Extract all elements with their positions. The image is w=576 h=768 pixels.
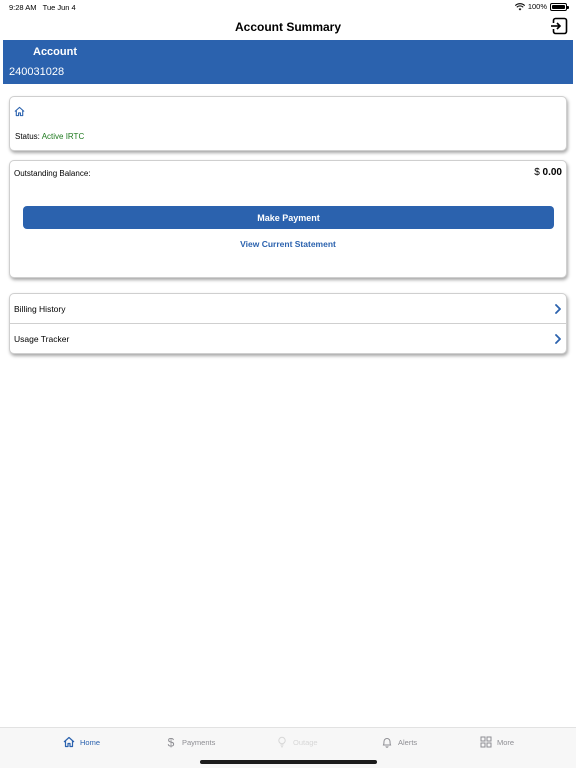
currency-symbol: $: [534, 167, 540, 178]
usage-tracker-label: Usage Tracker: [14, 334, 70, 344]
status-bar: 9:28 AM Tue Jun 4 100%: [0, 0, 576, 14]
battery-icon: [550, 2, 569, 11]
navigation-bar: Account Summary: [0, 14, 576, 40]
balance-value: 0.00: [542, 167, 562, 178]
usage-tracker-row[interactable]: Usage Tracker: [10, 324, 566, 354]
wifi-icon: [514, 2, 525, 10]
account-label: Account: [33, 46, 77, 58]
view-current-statement-link[interactable]: View Current Statement: [10, 239, 566, 249]
account-status: Status: Active IRTC: [15, 132, 84, 141]
home-icon: [14, 106, 25, 117]
home-icon: [63, 736, 75, 748]
status-time: 9:28 AM: [9, 3, 37, 12]
account-header: Account 240031028: [3, 40, 573, 84]
bell-icon: [382, 738, 392, 748]
status-indicators: 100%: [514, 2, 569, 11]
tab-alerts-label: Alerts: [398, 737, 418, 747]
tab-alerts[interactable]: Alerts: [381, 736, 417, 748]
logout-icon[interactable]: [550, 17, 568, 35]
account-menu-card: Billing History Usage Tracker: [9, 293, 567, 354]
tab-outage[interactable]: Outage: [276, 736, 318, 748]
tab-bar: Home $ Payments Outage Alerts More: [0, 727, 576, 768]
tab-home[interactable]: Home: [63, 736, 100, 748]
status-time-date: 9:28 AM Tue Jun 4: [9, 3, 76, 12]
balance-card: Outstanding Balance: $ 0.00 Make Payment…: [9, 160, 567, 278]
status-date: Tue Jun 4: [42, 3, 76, 12]
bulb-icon: [278, 736, 286, 748]
tab-payments[interactable]: $ Payments: [165, 736, 216, 748]
make-payment-button[interactable]: Make Payment: [23, 206, 554, 229]
page-title: Account Summary: [234, 20, 342, 34]
chevron-right-icon: [555, 303, 561, 314]
billing-history-row[interactable]: Billing History: [10, 294, 566, 324]
billing-history-label: Billing History: [14, 303, 66, 314]
battery-fill: [552, 4, 565, 9]
chevron-right-icon: [555, 334, 561, 344]
account-number: 240031028: [9, 66, 65, 78]
grid-icon: [480, 736, 492, 748]
outstanding-balance-label: Outstanding Balance:: [14, 169, 91, 178]
status-value: Active IRTC: [41, 132, 85, 141]
status-label: Status:: [15, 132, 40, 141]
tab-payments-label: Payments: [182, 737, 216, 747]
tab-more-label: More: [497, 737, 515, 747]
tab-more[interactable]: More: [480, 736, 514, 748]
account-status-card: Status: Active IRTC: [9, 96, 567, 151]
outstanding-balance-amount: $ 0.00: [534, 167, 562, 178]
battery-percent: 100%: [527, 2, 547, 11]
dollar-icon: $: [168, 736, 175, 748]
svg-text:$: $: [168, 736, 175, 748]
home-indicator[interactable]: [200, 760, 377, 764]
tab-home-label: Home: [80, 737, 101, 747]
tab-outage-label: Outage: [293, 737, 318, 747]
app-screen: 9:28 AM Tue Jun 4 100% Account Summary A…: [0, 0, 576, 768]
